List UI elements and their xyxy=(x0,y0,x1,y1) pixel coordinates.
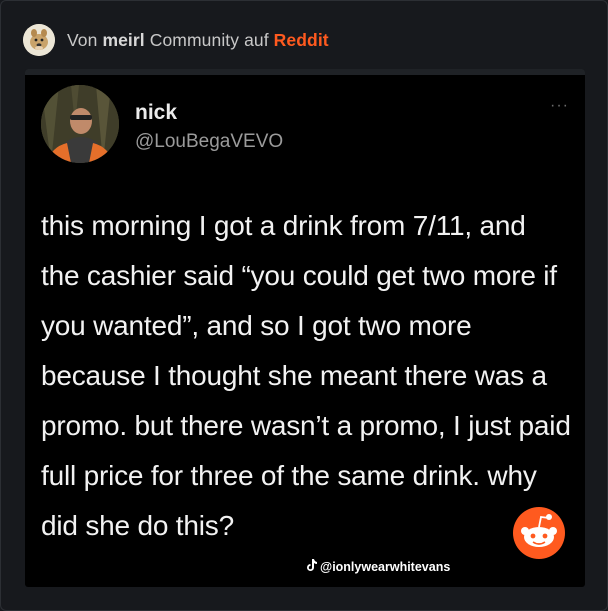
header-middle: Community auf xyxy=(144,29,274,50)
reddit-embed-card: Von meirl Community auf Reddit nick @Lou… xyxy=(0,0,608,611)
tweet-text: this morning I got a drink from 7/11, an… xyxy=(41,210,571,541)
community-link[interactable]: meirl xyxy=(102,30,144,50)
tweet-author-name: nick xyxy=(135,101,178,124)
profile-photo xyxy=(41,85,119,163)
tweet-top-bar xyxy=(25,69,585,75)
tiktok-watermark: @ionlywearwhitevans xyxy=(307,559,450,574)
community-avatar-icon[interactable] xyxy=(23,24,55,56)
reddit-link[interactable]: Reddit xyxy=(274,30,329,50)
tweet-author-handle: @LouBegaVEVO xyxy=(135,131,284,152)
reddit-snoo-icon xyxy=(513,507,565,559)
tiktok-icon xyxy=(307,559,317,574)
more-options-icon[interactable]: ··· xyxy=(550,97,569,115)
header-prefix: Von xyxy=(67,29,103,50)
embed-header[interactable]: Von meirl Community auf Reddit xyxy=(23,23,329,57)
tweet-screenshot: nick @LouBegaVEVO ··· this morning I got… xyxy=(25,69,585,587)
embed-header-text: Von meirl Community auf Reddit xyxy=(67,30,329,51)
watermark-handle: @ionlywearwhitevans xyxy=(320,559,451,574)
